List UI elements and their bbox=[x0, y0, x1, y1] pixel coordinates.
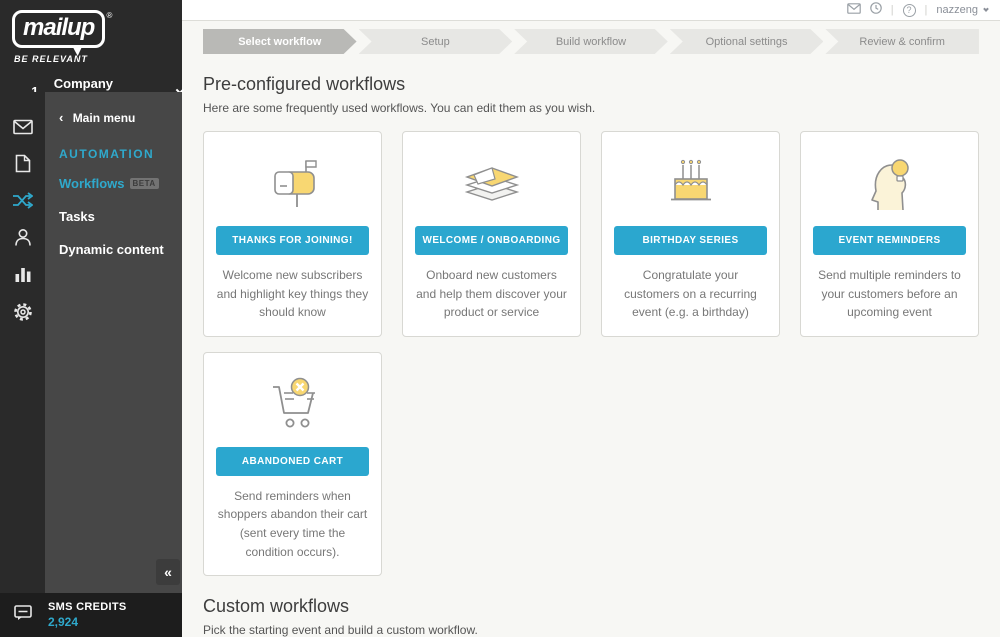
chevron-left-icon: ‹ bbox=[59, 110, 63, 125]
mailbox-icon bbox=[216, 150, 369, 216]
preconfigured-card-grid: THANKS FOR JOINING! Welcome new subscrib… bbox=[203, 131, 979, 337]
workflow-card-birthday-series[interactable]: BIRTHDAY SERIES Congratulate your custom… bbox=[601, 131, 780, 337]
document-icon bbox=[15, 154, 31, 173]
card-description: Send reminders when shoppers abandon the… bbox=[216, 487, 369, 561]
clock-icon bbox=[870, 1, 882, 19]
card-description: Welcome new subscribers and highlight ke… bbox=[216, 266, 369, 322]
sidebar-item-workflows[interactable]: Workflows BETA bbox=[45, 167, 182, 200]
rail-item-content[interactable] bbox=[0, 145, 45, 182]
rail-item-contacts[interactable] bbox=[0, 219, 45, 256]
chevron-down-icon bbox=[983, 6, 989, 12]
custom-title: Custom workflows bbox=[203, 596, 979, 617]
preconfigured-card-grid-row2: ABANDONED CART Send reminders when shopp… bbox=[203, 352, 979, 576]
main-area: | ? | nazzeng Select workflow Setup Buil… bbox=[182, 0, 1000, 637]
envelope-icon bbox=[847, 1, 861, 19]
history-button[interactable] bbox=[870, 1, 882, 19]
back-to-main-menu[interactable]: ‹ Main menu bbox=[45, 106, 182, 129]
sms-credits-panel[interactable]: SMS CREDITS 2,924 bbox=[0, 593, 182, 637]
workflows-shuffle-icon bbox=[12, 192, 33, 209]
event-reminders-button[interactable]: EVENT REMINDERS bbox=[813, 226, 966, 255]
workflows-label: Workflows bbox=[59, 176, 125, 191]
username: nazzeng bbox=[936, 4, 978, 16]
beta-badge: BETA bbox=[130, 178, 159, 189]
abandoned-cart-button[interactable]: ABANDONED CART bbox=[216, 447, 369, 476]
sidebar: mailup ® BE RELEVANT 1 Company Newslette… bbox=[0, 0, 182, 637]
step-optional-settings[interactable]: Optional settings bbox=[670, 29, 824, 54]
birthday-series-button[interactable]: BIRTHDAY SERIES bbox=[614, 226, 767, 255]
logo-bubble: mailup ® bbox=[12, 10, 105, 48]
submenu: ‹ Main menu AUTOMATION Workflows BETA Tas… bbox=[45, 92, 182, 593]
messages-button[interactable] bbox=[847, 1, 861, 19]
rail-item-automation[interactable] bbox=[0, 182, 45, 219]
automation-section-label: AUTOMATION bbox=[45, 129, 182, 167]
help-icon: ? bbox=[903, 4, 916, 17]
dynamic-content-label: Dynamic content bbox=[59, 242, 164, 257]
thanks-for-joining-button[interactable]: THANKS FOR JOINING! bbox=[216, 226, 369, 255]
step-select-workflow[interactable]: Select workflow bbox=[203, 29, 357, 54]
content: Select workflow Setup Build workflow Opt… bbox=[182, 21, 1000, 637]
mailup-logo[interactable]: mailup ® BE RELEVANT bbox=[12, 10, 132, 64]
card-description: Congratulate your customers on a recurri… bbox=[614, 266, 767, 322]
workflow-card-event-reminders[interactable]: EVENT REMINDERS Send multiple reminders … bbox=[800, 131, 979, 337]
sms-credits-value: 2,924 bbox=[48, 615, 126, 629]
welcome-onboarding-button[interactable]: WELCOME / ONBOARDING bbox=[415, 226, 568, 255]
workflow-stepper: Select workflow Setup Build workflow Opt… bbox=[203, 29, 979, 54]
sidebar-collapse-button[interactable]: « bbox=[156, 559, 180, 585]
rail-item-settings[interactable] bbox=[0, 293, 45, 330]
icon-rail bbox=[0, 92, 45, 593]
card-description: Send multiple reminders to your customer… bbox=[813, 266, 966, 322]
help-button[interactable]: ? bbox=[903, 4, 916, 17]
sidebar-item-tasks[interactable]: Tasks bbox=[45, 200, 182, 233]
sidebar-item-dynamic-content[interactable]: Dynamic content bbox=[45, 233, 182, 266]
layers-icon bbox=[415, 150, 568, 216]
workflow-card-welcome-onboarding[interactable]: WELCOME / ONBOARDING Onboard new custome… bbox=[402, 131, 581, 337]
workflow-card-abandoned-cart[interactable]: ABANDONED CART Send reminders when shopp… bbox=[203, 352, 382, 576]
topbar: | ? | nazzeng bbox=[182, 0, 1000, 21]
step-build-workflow[interactable]: Build workflow bbox=[514, 29, 668, 54]
step-review-confirm[interactable]: Review & confirm bbox=[825, 29, 979, 54]
abandoned-cart-icon bbox=[216, 371, 369, 437]
birthday-cake-icon bbox=[614, 150, 767, 216]
tasks-label: Tasks bbox=[59, 209, 95, 224]
logo-text: mailup bbox=[23, 14, 94, 41]
rail-item-messages[interactable] bbox=[0, 108, 45, 145]
back-label: Main menu bbox=[73, 111, 136, 125]
sms-bubble-icon bbox=[14, 605, 32, 626]
contacts-person-icon bbox=[14, 228, 32, 247]
topbar-divider: | bbox=[891, 4, 894, 16]
registered-mark: ® bbox=[106, 11, 112, 20]
sidebar-header: mailup ® BE RELEVANT 1 Company Newslette… bbox=[0, 0, 182, 92]
rail-item-statistics[interactable] bbox=[0, 256, 45, 293]
head-idea-icon bbox=[813, 150, 966, 216]
custom-subtitle: Pick the starting event and build a cust… bbox=[203, 623, 979, 637]
topbar-divider: | bbox=[925, 4, 928, 16]
workflow-card-thanks-for-joining[interactable]: THANKS FOR JOINING! Welcome new subscrib… bbox=[203, 131, 382, 337]
step-setup[interactable]: Setup bbox=[359, 29, 513, 54]
envelope-icon bbox=[13, 119, 33, 135]
sms-credits-label: SMS CREDITS bbox=[48, 601, 126, 613]
statistics-chart-icon bbox=[14, 266, 32, 283]
settings-gear-icon bbox=[13, 302, 33, 322]
preconfigured-subtitle: Here are some frequently used workflows.… bbox=[203, 101, 979, 115]
card-description: Onboard new customers and help them disc… bbox=[415, 266, 568, 322]
preconfigured-title: Pre-configured workflows bbox=[203, 74, 979, 95]
user-menu[interactable]: nazzeng bbox=[936, 4, 988, 16]
